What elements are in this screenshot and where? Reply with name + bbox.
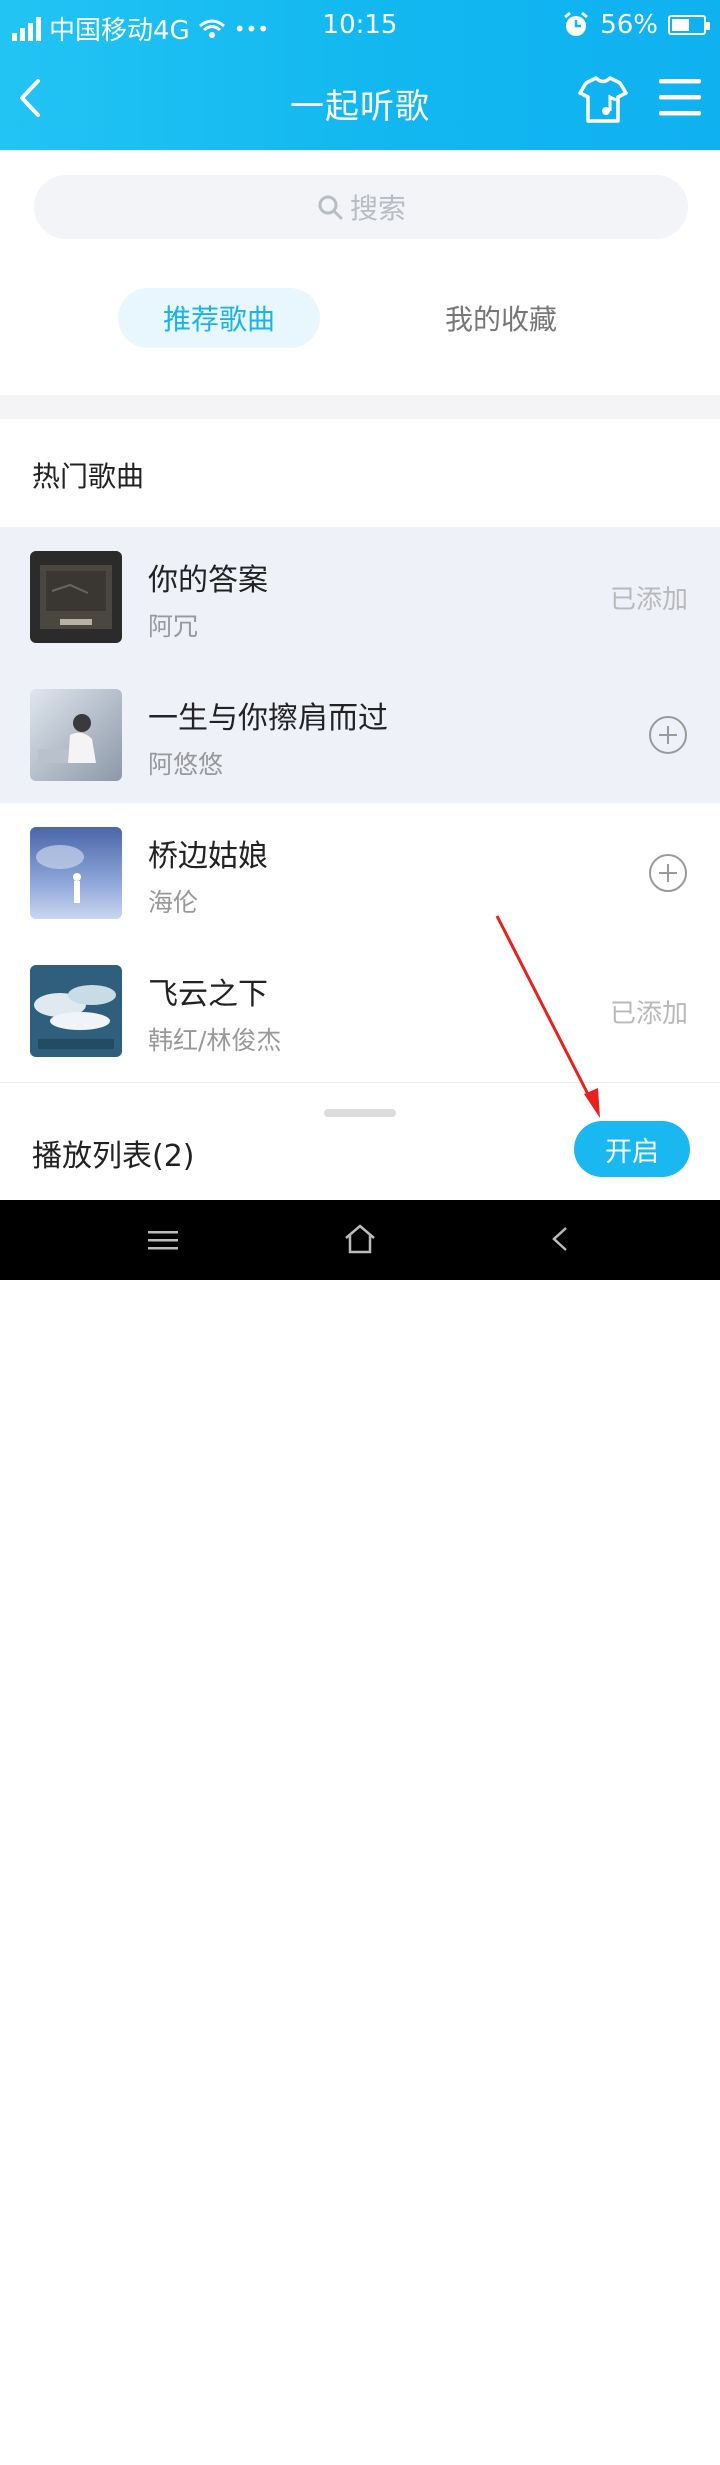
song-title: 你的答案	[148, 563, 268, 598]
cover-blue-sky-figure	[30, 827, 122, 919]
song-row[interactable]: 一生与你擦肩而过 阿悠悠	[0, 665, 720, 803]
watermark-url: jingyan.baidu.com	[555, 2447, 694, 2465]
song-row[interactable]: 飞云之下 韩红/林俊杰 已添加	[0, 941, 720, 1079]
add-circle-icon[interactable]	[648, 853, 688, 893]
search-input[interactable]: 搜索	[34, 175, 688, 239]
section-divider	[0, 395, 720, 419]
status-bar: 中国移动4G ••• 10:15 56%	[0, 0, 720, 52]
alarm-icon	[564, 11, 589, 36]
add-circle-icon[interactable]	[648, 715, 688, 755]
search-icon	[318, 195, 343, 220]
song-list: 你的答案 阿冗 已添加 一生与你擦肩而过 阿悠悠 桥边姑娘 海伦 飞云之下 韩红…	[0, 527, 720, 1079]
system-nav-bar: Bai经验 jingyan.baidu.com	[0, 1200, 720, 2465]
song-artist: 海伦	[148, 888, 199, 917]
song-row[interactable]: 你的答案 阿冗 已添加	[0, 527, 720, 665]
cover-girl-sitting	[30, 689, 122, 781]
app-header: 中国移动4G ••• 10:15 56% 一起听歌	[0, 0, 720, 150]
section-title: 热门歌曲	[32, 460, 145, 493]
song-artist: 阿悠悠	[148, 750, 224, 779]
playlist-panel: 播放列表(2) 开启	[0, 1082, 720, 1201]
menu-icon[interactable]	[655, 75, 705, 121]
menu-soft-key-icon[interactable]	[146, 1228, 180, 1252]
added-label: 已添加	[609, 999, 688, 1029]
tab-bar: 推荐歌曲 我的收藏	[0, 288, 720, 348]
song-title: 桥边姑娘	[148, 839, 268, 874]
cover-dark-book	[30, 551, 122, 643]
song-row[interactable]: 桥边姑娘 海伦	[0, 803, 720, 941]
tab-recommended[interactable]: 推荐歌曲	[118, 288, 320, 348]
back-soft-key-icon[interactable]	[546, 1224, 576, 1254]
song-title: 飞云之下	[148, 977, 268, 1012]
nav-bar: 一起听歌	[0, 55, 720, 145]
song-artist: 阿冗	[148, 612, 199, 641]
song-artist: 韩红/林俊杰	[148, 1026, 282, 1055]
battery-icon	[668, 15, 710, 35]
battery-percent: 56%	[600, 10, 658, 40]
tab-favorites[interactable]: 我的收藏	[400, 288, 602, 348]
baidu-watermark: Bai经验 jingyan.baidu.com	[555, 2410, 693, 2465]
song-title: 一生与你擦肩而过	[148, 701, 388, 736]
cover-clouds	[30, 965, 122, 1057]
added-label: 已添加	[609, 585, 688, 615]
search-placeholder: 搜索	[349, 192, 406, 225]
home-soft-key-icon[interactable]	[342, 1222, 378, 1256]
open-button[interactable]: 开启	[574, 1121, 690, 1177]
playlist-label[interactable]: 播放列表(2)	[32, 1131, 195, 1175]
drag-handle[interactable]	[324, 1109, 396, 1117]
watermark-logo: Bai经验	[555, 2416, 654, 2446]
skin-shirt-icon[interactable]	[576, 73, 630, 127]
